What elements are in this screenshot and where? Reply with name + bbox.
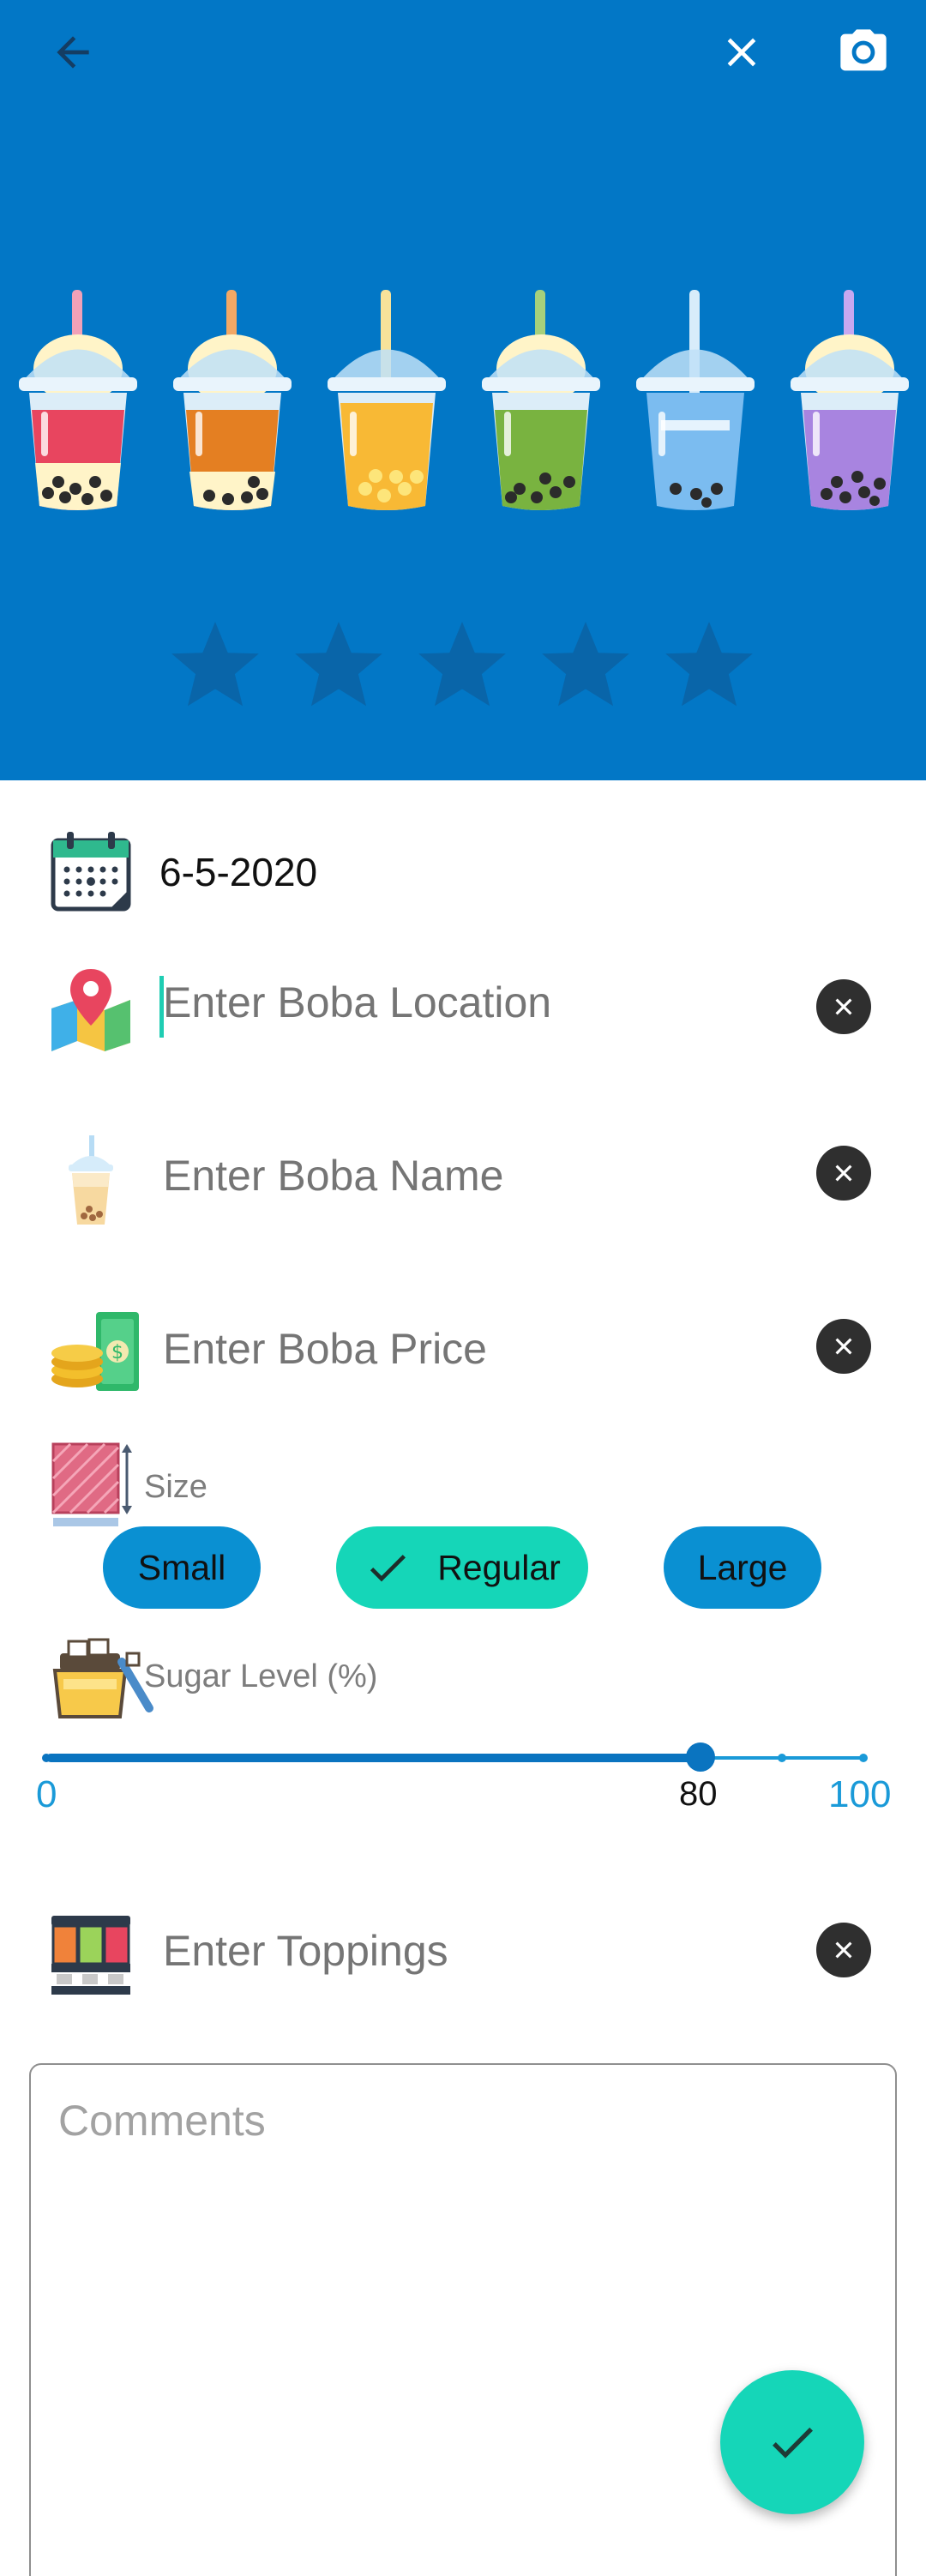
slider-value-label: 80 bbox=[679, 1775, 718, 1813]
rating-stars bbox=[163, 613, 763, 725]
slider-tick bbox=[369, 1754, 377, 1762]
boba-cup-icon[interactable] bbox=[14, 283, 142, 515]
header-banner bbox=[0, 0, 926, 780]
calendar-icon[interactable] bbox=[48, 828, 134, 914]
boba-cup-icon[interactable] bbox=[168, 283, 297, 515]
size-ruler-icon bbox=[51, 1442, 132, 1526]
sugar-level-label: Sugar Level (%) bbox=[144, 1658, 378, 1694]
clear-name-button[interactable] bbox=[816, 1146, 871, 1201]
slider-tick bbox=[532, 1754, 541, 1762]
sugar-jar-icon bbox=[52, 1638, 153, 1718]
money-icon: $ bbox=[51, 1312, 139, 1391]
slider-min-label: 0 bbox=[36, 1773, 57, 1815]
comments-placeholder: Comments bbox=[58, 2097, 266, 2145]
boba-drink-icon bbox=[69, 1135, 113, 1225]
close-icon bbox=[835, 1338, 852, 1355]
boba-cup-icon[interactable] bbox=[322, 283, 451, 515]
boba-cup-icon[interactable] bbox=[785, 283, 914, 515]
size-chip-large[interactable]: Large bbox=[664, 1526, 821, 1609]
camera-button[interactable] bbox=[825, 14, 902, 91]
clear-location-button[interactable] bbox=[816, 979, 871, 1034]
back-button[interactable] bbox=[34, 14, 111, 91]
size-chip-label: Large bbox=[697, 1547, 788, 1587]
boba-cup-gallery bbox=[0, 283, 926, 515]
slider-tick bbox=[451, 1754, 460, 1762]
arrow-left-icon bbox=[57, 36, 89, 69]
size-label: Size bbox=[144, 1469, 207, 1505]
clear-price-button[interactable] bbox=[816, 1319, 871, 1374]
star-icon[interactable] bbox=[533, 613, 638, 718]
check-icon bbox=[364, 1544, 412, 1592]
toppings-input[interactable] bbox=[163, 1926, 780, 1976]
star-icon[interactable] bbox=[657, 613, 761, 718]
camera-icon bbox=[840, 29, 887, 71]
boba-cup-icon[interactable] bbox=[477, 283, 605, 515]
boba-price-input[interactable] bbox=[163, 1324, 780, 1374]
boba-location-input[interactable] bbox=[163, 978, 780, 1027]
slider-tick bbox=[206, 1754, 214, 1762]
size-chip-label: Small bbox=[137, 1547, 226, 1587]
check-icon bbox=[773, 2427, 813, 2459]
slider-max-label: 100 bbox=[828, 1773, 892, 1815]
slider-tick bbox=[859, 1754, 868, 1762]
size-chip-small[interactable]: Small bbox=[103, 1526, 261, 1609]
slider-tick bbox=[287, 1754, 296, 1762]
size-chip-label: Regular bbox=[437, 1547, 561, 1587]
close-icon bbox=[835, 1165, 852, 1182]
close-icon bbox=[835, 998, 852, 1015]
star-icon[interactable] bbox=[410, 613, 514, 718]
close-icon bbox=[835, 1941, 852, 1959]
close-icon bbox=[727, 38, 756, 67]
toppings-dispenser-icon bbox=[51, 1916, 130, 1995]
boba-cup-icon[interactable] bbox=[631, 283, 760, 515]
save-fab-button[interactable] bbox=[720, 2370, 864, 2514]
size-chip-regular[interactable]: Regular bbox=[336, 1526, 588, 1609]
map-location-icon bbox=[51, 969, 130, 1051]
slider-tick bbox=[123, 1754, 132, 1762]
slider-tick bbox=[778, 1754, 786, 1762]
date-value[interactable]: 6-5-2020 bbox=[159, 849, 317, 895]
star-icon[interactable] bbox=[163, 613, 268, 718]
svg-text:$: $ bbox=[111, 1342, 123, 1363]
boba-name-input[interactable] bbox=[163, 1151, 780, 1201]
slider-tick bbox=[614, 1754, 622, 1762]
clear-toppings-button[interactable] bbox=[816, 1923, 871, 1977]
close-button[interactable] bbox=[703, 14, 780, 91]
slider-thumb[interactable] bbox=[686, 1742, 715, 1772]
star-icon[interactable] bbox=[286, 613, 391, 718]
slider-tick bbox=[42, 1754, 51, 1762]
